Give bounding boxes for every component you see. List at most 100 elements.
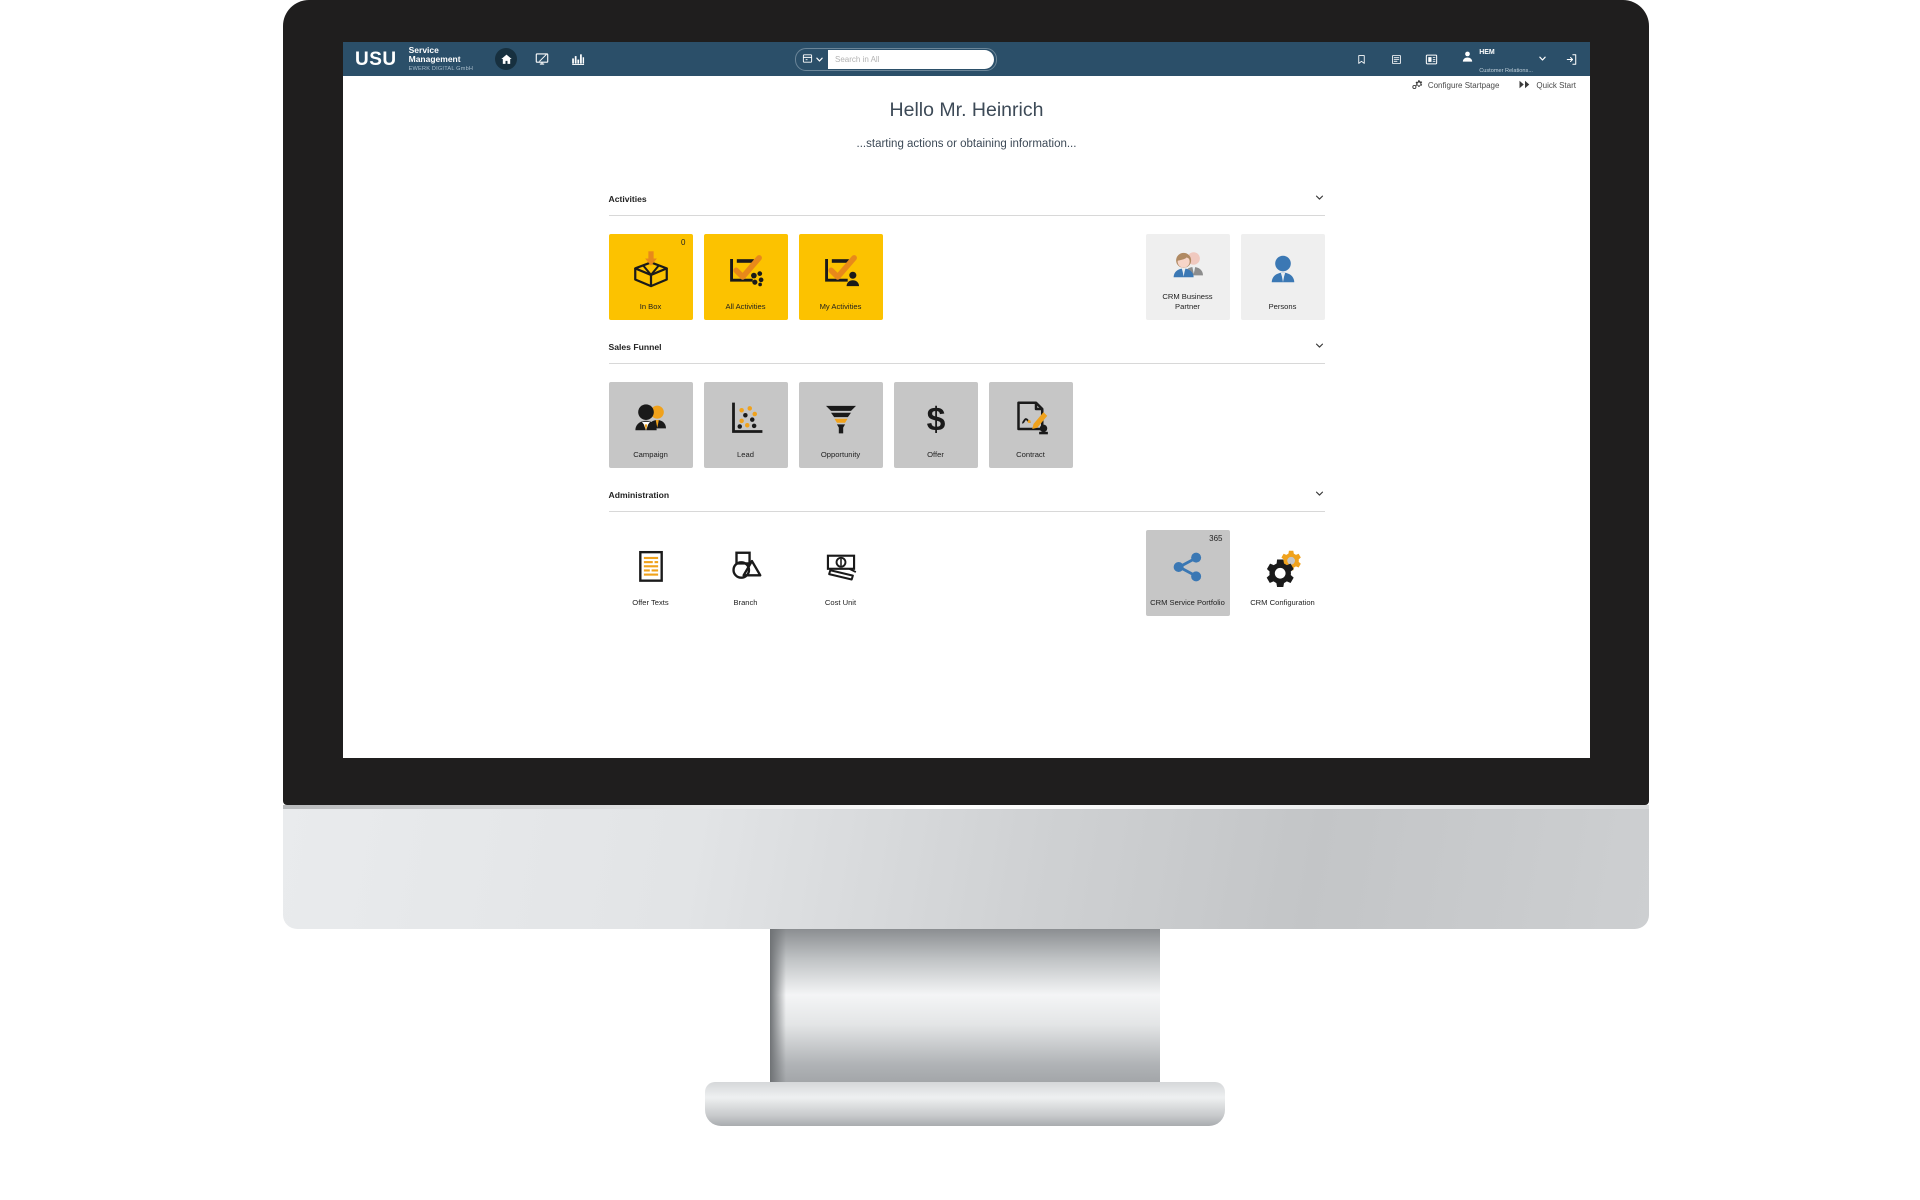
tile-all-activities[interactable]: All Activities <box>703 234 788 320</box>
tile-my-activities[interactable]: My Activities <box>798 234 883 320</box>
tile-lead[interactable]: Lead <box>703 382 788 468</box>
section-header[interactable]: Administration <box>608 486 1325 512</box>
search-input[interactable] <box>828 50 994 69</box>
startpage-content: Hello Mr. Heinrich ...starting actions o… <box>343 76 1590 634</box>
chevron-down-icon[interactable] <box>1314 338 1325 356</box>
section-title-activities: Activities <box>608 194 647 204</box>
user-text: HEM Customer Relations... <box>1479 42 1533 77</box>
home-icon[interactable] <box>495 48 518 70</box>
global-search[interactable] <box>795 48 997 71</box>
tile-group-left: Offer Texts Branch Cost Unit <box>609 530 883 616</box>
banknotes-icon <box>799 530 883 598</box>
tile-group-left: Campaign Lead Opportunity $ Offer Contra… <box>608 382 1073 468</box>
chevron-down-icon <box>1538 50 1547 68</box>
card-icon[interactable] <box>1420 48 1442 70</box>
tile-offer[interactable]: $ Offer <box>893 382 978 468</box>
chevron-down-icon <box>815 51 824 69</box>
campaign-persons-icon <box>609 382 693 450</box>
status-badge: 365 <box>1209 534 1223 543</box>
monitor-chin <box>283 805 1649 929</box>
tile-group-right: CRM Business Partner Persons <box>1145 234 1325 320</box>
tile-offer-texts[interactable]: Offer Texts <box>609 530 693 616</box>
section-header[interactable]: Activities <box>608 190 1325 216</box>
monitor-chin-highlight <box>283 805 1649 809</box>
usu-logo: USU <box>355 48 397 70</box>
tiles-row-administration: Offer Texts Branch Cost Unit 365 CRM Ser… <box>609 512 1325 634</box>
tile-label: CRM Business Partner <box>1162 292 1213 311</box>
document-lines-icon <box>609 530 693 598</box>
scatter-chart-icon <box>704 382 788 450</box>
section-title-sales-funnel: Sales Funnel <box>608 342 662 352</box>
checkbox-person-icon <box>799 234 883 302</box>
tile-branch[interactable]: Branch <box>704 530 788 616</box>
person-icon <box>1241 234 1325 302</box>
tile-label: Opportunity <box>820 449 861 459</box>
tiles-row-sales-funnel: Campaign Lead Opportunity $ Offer Contra… <box>608 364 1325 486</box>
two-persons-icon <box>1146 234 1230 292</box>
user-role: Customer Relations... <box>1479 68 1533 74</box>
tile-label: CRM Configuration <box>1250 597 1315 607</box>
tile-crm-service-portfolio[interactable]: 365 CRM Service Portfolio <box>1145 530 1230 616</box>
product-name-line2: Management <box>408 54 461 65</box>
monitor-stand-neck <box>770 929 1160 1094</box>
page-title: Hello Mr. Heinrich <box>889 99 1044 121</box>
tile-label: CRM Service Portfolio <box>1150 597 1225 607</box>
section-sales-funnel: Sales Funnel Campaign Lead Opportunity $… <box>608 338 1325 486</box>
inbox-open-box-icon <box>609 234 693 302</box>
screenshot-stage: USU Service Management EWERK DIGITAL Gmb… <box>0 0 1920 1200</box>
tile-label: Branch <box>733 597 758 607</box>
page-subtitle: ...starting actions or obtaining informa… <box>856 138 1077 150</box>
user-menu[interactable]: HEM Customer Relations... <box>1461 42 1547 77</box>
search-scope-selector[interactable] <box>796 49 828 70</box>
sections-container: Activities 0 In Box All Activities My Ac… <box>608 190 1325 634</box>
tile-label: Offer Texts <box>632 597 669 607</box>
tile-persons[interactable]: Persons <box>1240 234 1325 320</box>
company-name: EWERK DIGITAL GmbH <box>408 65 474 72</box>
section-activities: Activities 0 In Box All Activities My Ac… <box>608 190 1325 338</box>
tile-label: All Activities <box>725 301 766 311</box>
tile-cost-unit[interactable]: Cost Unit <box>799 530 883 616</box>
user-name: HEM <box>1479 48 1495 56</box>
tile-label: In Box <box>639 301 662 311</box>
tile-in-box[interactable]: 0 In Box <box>608 234 693 320</box>
checkbox-group-icon <box>704 234 788 302</box>
chart-bars-icon[interactable] <box>567 48 589 70</box>
screen-edit-icon[interactable] <box>531 48 553 70</box>
tile-label: Cost Unit <box>824 597 857 607</box>
search-scope-icon <box>802 51 813 69</box>
chevron-down-icon[interactable] <box>1314 486 1325 504</box>
tile-label: Contract <box>1016 449 1045 459</box>
header-nav-icons <box>495 48 589 70</box>
tile-opportunity[interactable]: Opportunity <box>798 382 883 468</box>
brand[interactable]: USU Service Management EWERK DIGITAL Gmb… <box>343 46 474 72</box>
header-right-cluster: HEM Customer Relations... <box>1350 42 1582 76</box>
tile-crm-business-partner[interactable]: CRM Business Partner <box>1145 234 1230 320</box>
app-header: USU Service Management EWERK DIGITAL Gmb… <box>343 42 1590 76</box>
funnel-icon <box>799 382 883 450</box>
section-administration: Administration Offer Texts Branch Cost U… <box>608 486 1325 634</box>
tile-group-right: 365 CRM Service Portfolio CRM Configurat… <box>1145 530 1325 616</box>
tiles-row-activities: 0 In Box All Activities My Activities CR… <box>608 216 1325 338</box>
monitor-stand-base <box>705 1082 1225 1126</box>
shapes-icon <box>704 530 788 598</box>
tile-group-left: 0 In Box All Activities My Activities <box>608 234 883 320</box>
svg-text:$: $ <box>926 400 945 438</box>
logout-icon[interactable] <box>1560 48 1582 70</box>
tile-contract[interactable]: Contract <box>988 382 1073 468</box>
section-header[interactable]: Sales Funnel <box>608 338 1325 364</box>
user-avatar-icon <box>1461 50 1474 68</box>
monitor-screen: USU Service Management EWERK DIGITAL Gmb… <box>343 42 1590 758</box>
tile-crm-configuration[interactable]: CRM Configuration <box>1241 530 1325 616</box>
status-badge: 0 <box>681 238 686 247</box>
list-icon[interactable] <box>1385 48 1407 70</box>
tile-campaign[interactable]: Campaign <box>608 382 693 468</box>
tile-label: Lead <box>737 449 754 459</box>
dollar-sign-icon: $ <box>894 382 978 450</box>
chevron-down-icon[interactable] <box>1314 190 1325 208</box>
brand-text: Service Management EWERK DIGITAL GmbH <box>408 46 474 72</box>
tile-label: My Activities <box>819 301 862 311</box>
section-title-administration: Administration <box>608 490 670 500</box>
tile-label: Persons <box>1268 301 1297 311</box>
bookmark-icon[interactable] <box>1350 48 1372 70</box>
gears-icon <box>1241 530 1325 598</box>
